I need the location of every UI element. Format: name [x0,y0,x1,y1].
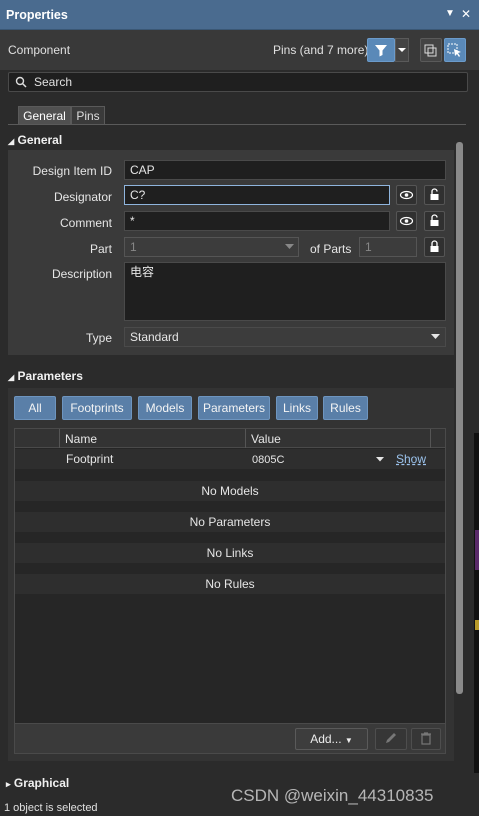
collapse-triangle-icon: ◢ [8,373,15,382]
trash-icon [421,732,431,745]
show-link[interactable]: Show [396,449,426,469]
filter-summary: Pins (and 7 more) [273,43,369,57]
no-parameters-row: No Parameters [15,512,445,532]
search-input[interactable]: Search [8,72,468,92]
tab-pins[interactable]: Pins [71,106,105,125]
part-lock-button[interactable] [424,237,445,257]
parameters-heading: Parameters [17,369,83,383]
comment-lock-button[interactable] [424,211,445,231]
of-parts-field: 1 [359,237,417,257]
close-icon[interactable]: ✕ [459,7,473,21]
pencil-icon [386,733,396,743]
filter-all-button[interactable]: All [14,396,56,420]
design-item-id-label: Design Item ID [32,164,112,178]
background-edge [474,433,479,773]
pin-dropdown-icon[interactable]: ▼ [443,7,457,21]
graphical-heading: Graphical [13,776,70,790]
eye-icon [399,190,414,200]
type-value: Standard [130,330,179,344]
chevron-down-icon: ▼ [344,736,353,745]
add-button[interactable]: Add... ▼ [295,728,368,750]
lock-icon [430,240,439,252]
chevron-down-icon [431,334,440,339]
type-label: Type [85,331,112,345]
type-select[interactable]: Standard [124,327,446,347]
general-heading: General [17,133,63,147]
graphical-section-header[interactable]: ▸ Graphical [6,776,69,796]
design-item-id-field[interactable]: CAP [124,160,446,180]
filter-icon [375,45,387,57]
tab-divider [8,124,466,125]
no-links-row: No Links [15,543,445,563]
select-mode-button[interactable] [420,38,442,62]
column-divider [430,429,431,448]
designator-visibility-button[interactable] [396,185,417,205]
chevron-down-icon[interactable] [376,457,384,462]
designator-lock-button[interactable] [424,185,445,205]
grid-spacer [15,532,445,542]
filter-parameters-button[interactable]: Parameters [198,396,270,420]
column-divider [245,429,246,448]
grid-spacer [15,470,445,480]
search-placeholder: Search [34,75,73,89]
description-field[interactable]: 电容 [124,262,446,321]
copy-select-icon [424,44,437,57]
part-label: Part [89,242,112,256]
filter-rules-button[interactable]: Rules [323,396,368,420]
scrollbar-thumb[interactable] [456,142,463,694]
edit-button[interactable] [375,728,407,750]
add-label: Add... [310,732,342,746]
comment-visibility-button[interactable] [396,211,417,231]
parameters-section-header[interactable]: ◢ Parameters [8,369,83,389]
description-label: Description [51,267,112,281]
designator-field[interactable]: C? [124,185,390,205]
designator-label: Designator [53,190,112,204]
panel-title: Properties [6,8,68,22]
expand-triangle-icon: ▸ [6,779,11,789]
grid-header: Name Value [15,429,445,448]
column-value-header[interactable]: Value [251,432,281,446]
chevron-down-icon [398,48,406,52]
filter-footprints-button[interactable]: Footprints [62,396,132,420]
column-divider [59,429,60,448]
cursor-select-icon [447,43,461,57]
grid-spacer [15,563,445,573]
watermark: CSDN @weixin_44310835 [231,786,434,805]
background-edge-accent [475,530,479,570]
chevron-down-icon [285,244,294,249]
collapse-triangle-icon: ◢ [8,137,15,146]
filter-button[interactable] [367,38,395,62]
grid-spacer [15,501,445,511]
of-parts-label: of Parts [310,242,352,256]
unlock-icon [430,188,439,200]
status-text: 1 object is selected [4,802,98,814]
filter-links-button[interactable]: Links [276,396,318,420]
no-rules-row: No Rules [15,574,445,594]
tab-general[interactable]: General [18,106,71,125]
comment-field[interactable]: * [124,211,390,231]
select-cursor-button[interactable] [444,38,466,62]
background-edge-accent [475,620,479,630]
column-name-header[interactable]: Name [65,432,97,446]
unlock-icon [430,214,439,226]
delete-button[interactable] [411,728,441,750]
row-name: Footprint [66,452,114,466]
no-models-row: No Models [15,481,445,501]
row-value: 0805C [252,454,285,466]
table-row[interactable]: Footprint 0805C Show [15,449,445,469]
component-label: Component [8,43,71,57]
panel-titlebar: Properties ▼ ✕ [0,0,479,30]
part-value: 1 [130,240,137,254]
part-select[interactable]: 1 [124,237,299,257]
filter-dropdown-button[interactable] [395,38,409,62]
eye-icon [399,216,414,226]
comment-label: Comment [59,216,112,230]
search-icon [15,76,27,88]
filter-models-button[interactable]: Models [138,396,192,420]
